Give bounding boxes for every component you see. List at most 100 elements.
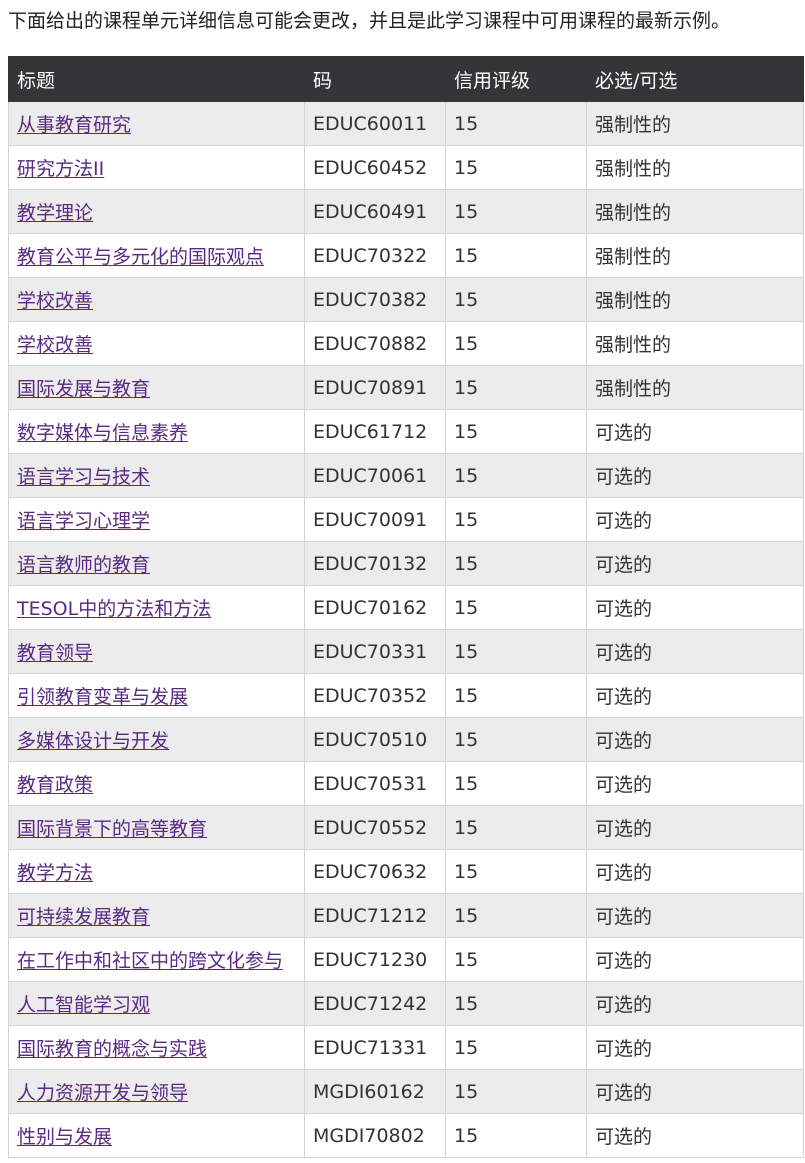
course-type-cell: 可选的	[586, 409, 804, 454]
course-type-cell: 可选的	[586, 541, 804, 586]
course-credits-cell: 15	[445, 541, 587, 586]
table-row: 在工作中和社区中的跨文化参与 EDUC71230 15 可选的	[8, 937, 804, 982]
table-row: 性别与发展 MGDI70802 15 可选的	[8, 1113, 804, 1158]
course-credits-cell: 15	[445, 497, 587, 542]
course-code-cell: EDUC60011	[304, 101, 446, 146]
course-title-link[interactable]: 学校改善	[17, 334, 93, 356]
course-title-cell: 多媒体设计与开发	[8, 717, 305, 762]
table-row: 国际教育的概念与实践 EDUC71331 15 可选的	[8, 1025, 804, 1070]
course-code-cell: EDUC70162	[304, 585, 446, 630]
course-title-link[interactable]: TESOL中的方法和方法	[17, 598, 211, 620]
course-credits-cell: 15	[445, 937, 587, 982]
course-title-link[interactable]: 可持续发展教育	[17, 906, 150, 928]
course-title-link[interactable]: 教育政策	[17, 774, 93, 796]
course-title-cell: 教育政策	[8, 761, 305, 806]
course-credits-cell: 15	[445, 321, 587, 366]
course-type-cell: 可选的	[586, 673, 804, 718]
course-type-cell: 可选的	[586, 805, 804, 850]
table-row: 语言学习与技术 EDUC70061 15 可选的	[8, 453, 804, 498]
course-code-cell: EDUC70632	[304, 849, 446, 894]
table-row: 国际发展与教育 EDUC70891 15 强制性的	[8, 365, 804, 410]
course-title-cell: TESOL中的方法和方法	[8, 585, 305, 630]
course-code-cell: MGDI70802	[304, 1113, 446, 1158]
course-title-link[interactable]: 国际发展与教育	[17, 378, 150, 400]
course-title-cell: 学校改善	[8, 277, 305, 322]
table-row: 从事教育研究 EDUC60011 15 强制性的	[8, 101, 804, 146]
course-title-link[interactable]: 从事教育研究	[17, 114, 131, 136]
course-code-cell: EDUC70322	[304, 233, 446, 278]
course-type-cell: 强制性的	[586, 365, 804, 410]
course-type-cell: 可选的	[586, 1113, 804, 1158]
course-credits-cell: 15	[445, 409, 587, 454]
table-body: 从事教育研究 EDUC60011 15 强制性的 研究方法II EDUC60452 15 强制…	[8, 101, 804, 1158]
course-code-cell: EDUC60452	[304, 145, 446, 190]
table-row: 研究方法II EDUC60452 15 强制性的	[8, 145, 804, 190]
course-title-link[interactable]: 国际教育的概念与实践	[17, 1038, 207, 1060]
course-code-cell: EDUC70891	[304, 365, 446, 410]
column-header-credits: 信用评级	[445, 56, 587, 102]
table-row: TESOL中的方法和方法 EDUC70162 15 可选的	[8, 585, 804, 630]
course-title-link[interactable]: 语言教师的教育	[17, 554, 150, 576]
column-header-code: 码	[304, 56, 446, 102]
course-credits-cell: 15	[445, 1069, 587, 1114]
course-type-cell: 强制性的	[586, 277, 804, 322]
course-credits-cell: 15	[445, 1113, 587, 1158]
course-code-cell: EDUC70352	[304, 673, 446, 718]
course-title-cell: 教育公平与多元化的国际观点	[8, 233, 305, 278]
course-type-cell: 可选的	[586, 893, 804, 938]
course-type-cell: 强制性的	[586, 145, 804, 190]
course-title-cell: 教学方法	[8, 849, 305, 894]
course-title-link[interactable]: 语言学习心理学	[17, 510, 150, 532]
column-header-type: 必选/可选	[586, 56, 804, 102]
course-type-cell: 可选的	[586, 1025, 804, 1070]
course-title-link[interactable]: 研究方法II	[17, 158, 104, 180]
course-code-cell: EDUC70510	[304, 717, 446, 762]
course-title-cell: 性别与发展	[8, 1113, 305, 1158]
course-code-cell: EDUC70552	[304, 805, 446, 850]
course-credits-cell: 15	[445, 805, 587, 850]
table-row: 语言学习心理学 EDUC70091 15 可选的	[8, 497, 804, 542]
course-title-cell: 数字媒体与信息素养	[8, 409, 305, 454]
course-code-cell: EDUC61712	[304, 409, 446, 454]
course-title-cell: 语言学习心理学	[8, 497, 305, 542]
course-title-link[interactable]: 数字媒体与信息素养	[17, 422, 188, 444]
course-credits-cell: 15	[445, 277, 587, 322]
course-type-cell: 可选的	[586, 497, 804, 542]
course-code-cell: EDUC70382	[304, 277, 446, 322]
course-title-cell: 语言学习与技术	[8, 453, 305, 498]
course-title-link[interactable]: 多媒体设计与开发	[17, 730, 169, 752]
table-row: 语言教师的教育 EDUC70132 15 可选的	[8, 541, 804, 586]
course-title-link[interactable]: 教育公平与多元化的国际观点	[17, 246, 264, 268]
course-credits-cell: 15	[445, 849, 587, 894]
table-row: 教学方法 EDUC70632 15 可选的	[8, 849, 804, 894]
course-credits-cell: 15	[445, 585, 587, 630]
course-title-link[interactable]: 教学理论	[17, 202, 93, 224]
course-title-cell: 国际发展与教育	[8, 365, 305, 410]
course-title-cell: 可持续发展教育	[8, 893, 305, 938]
course-code-cell: MGDI60162	[304, 1069, 446, 1114]
course-title-link[interactable]: 在工作中和社区中的跨文化参与	[17, 950, 283, 972]
course-title-link[interactable]: 引领教育变革与发展	[17, 686, 188, 708]
course-credits-cell: 15	[445, 453, 587, 498]
intro-text: 下面给出的课程单元详细信息可能会更改，并且是此学习课程中可用课程的最新示例。	[8, 10, 731, 32]
course-code-cell: EDUC70132	[304, 541, 446, 586]
course-title-link[interactable]: 教学方法	[17, 862, 93, 884]
course-type-cell: 可选的	[586, 761, 804, 806]
course-type-cell: 可选的	[586, 453, 804, 498]
course-title-cell: 语言教师的教育	[8, 541, 305, 586]
table-row: 引领教育变革与发展 EDUC70352 15 可选的	[8, 673, 804, 718]
course-title-link[interactable]: 语言学习与技术	[17, 466, 150, 488]
table-row: 学校改善 EDUC70882 15 强制性的	[8, 321, 804, 366]
course-credits-cell: 15	[445, 365, 587, 410]
course-title-link[interactable]: 人力资源开发与领导	[17, 1082, 188, 1104]
course-credits-cell: 15	[445, 673, 587, 718]
course-title-link[interactable]: 国际背景下的高等教育	[17, 818, 207, 840]
course-title-link[interactable]: 教育领导	[17, 642, 93, 664]
course-title-cell: 人工智能学习观	[8, 981, 305, 1026]
course-title-link[interactable]: 性别与发展	[17, 1126, 112, 1148]
course-credits-cell: 15	[445, 145, 587, 190]
course-code-cell: EDUC71242	[304, 981, 446, 1026]
course-title-link[interactable]: 人工智能学习观	[17, 994, 150, 1016]
table-row: 教学理论 EDUC60491 15 强制性的	[8, 189, 804, 234]
course-title-link[interactable]: 学校改善	[17, 290, 93, 312]
